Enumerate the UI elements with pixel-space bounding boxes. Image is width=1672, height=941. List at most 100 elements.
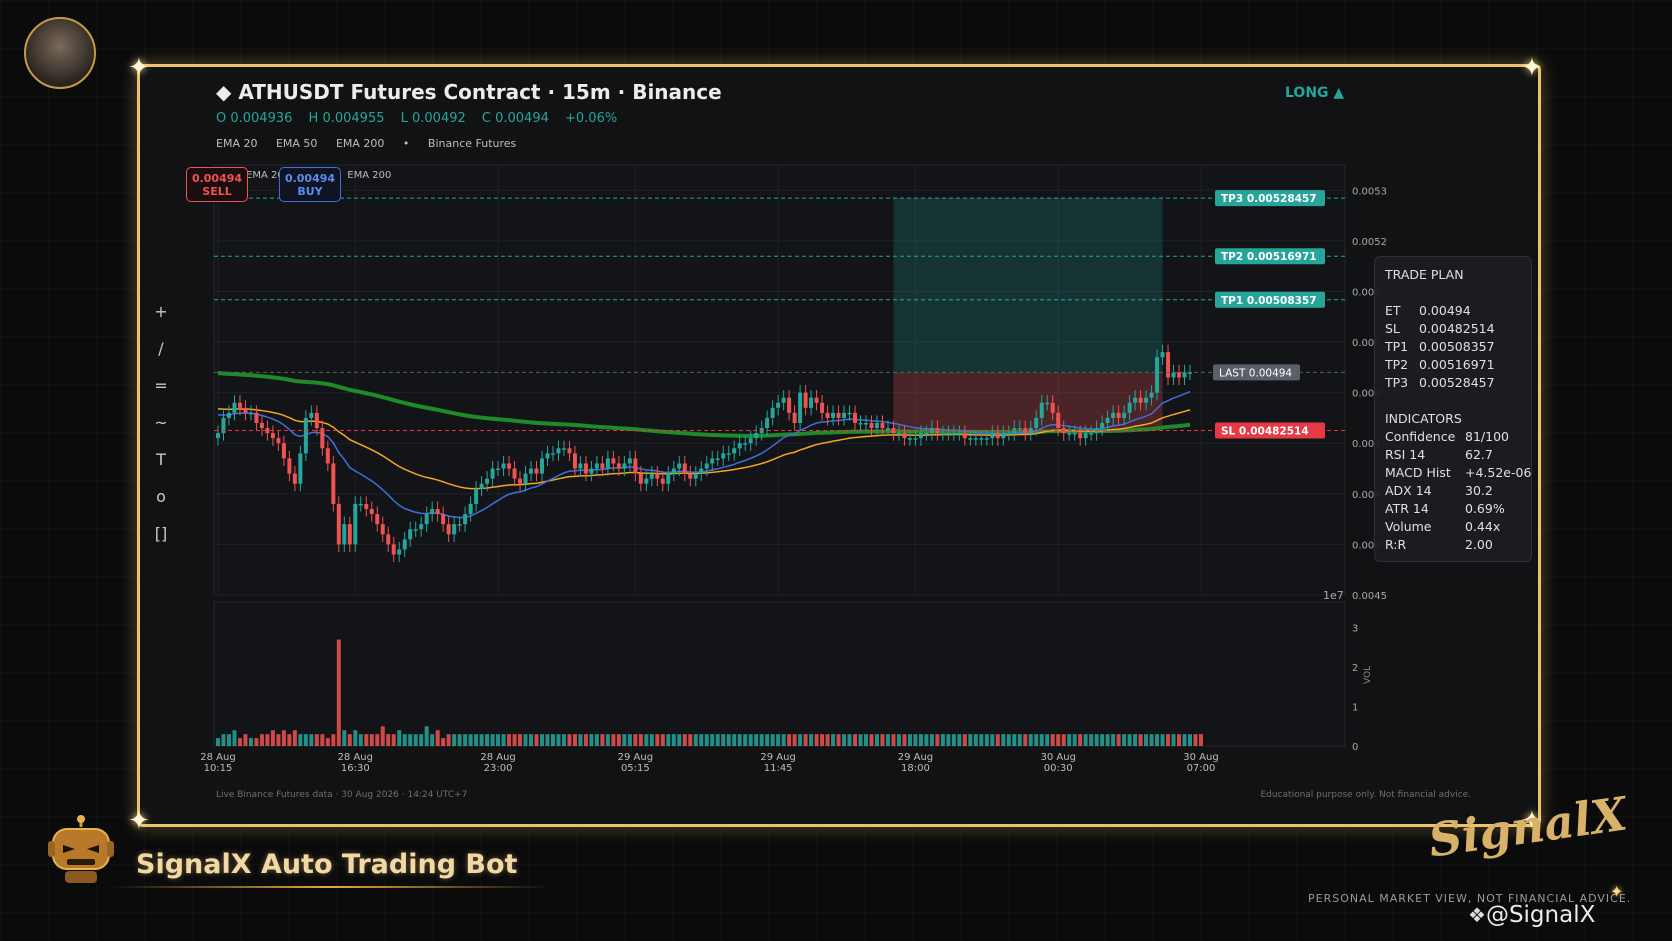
level-label: LAST 0.00494 <box>1219 367 1292 379</box>
volume-bar <box>561 734 566 746</box>
buy-label: BUY <box>297 185 323 198</box>
volume-bar <box>858 734 863 746</box>
candle-body <box>605 458 610 469</box>
candle-body <box>572 453 577 469</box>
x-tick-time: 07:00 <box>1187 763 1216 774</box>
x-tick-time: 00:30 <box>1044 763 1073 774</box>
candle-body <box>413 529 418 531</box>
x-tick-time: 05:15 <box>621 763 650 774</box>
candle-body <box>441 514 446 525</box>
volume-bar <box>589 734 594 746</box>
plan-row-tp2: TP2 0.00516971 <box>1385 357 1495 372</box>
candle-body <box>1182 372 1187 378</box>
volume-bar <box>765 734 770 746</box>
volume-bar <box>226 734 231 746</box>
volume-bar <box>545 734 550 746</box>
level-label: TP3 0.00528457 <box>1221 193 1317 205</box>
volume-tick-label: 1 <box>1352 703 1358 714</box>
candle-body <box>1100 423 1105 429</box>
candle-body <box>737 443 742 449</box>
candle-body <box>820 402 825 413</box>
volume-bar <box>990 734 995 746</box>
volume-bar <box>320 734 325 746</box>
volume-bar <box>1050 734 1055 746</box>
candle-body <box>1133 397 1138 403</box>
volume-bar <box>485 734 490 746</box>
candle-body <box>688 473 693 479</box>
candle-body <box>292 473 297 484</box>
candle-body <box>1045 402 1050 405</box>
x-tick-time: 10:15 <box>204 763 233 774</box>
x-tick-time: 16:30 <box>341 763 370 774</box>
plan-row-et: ET 0.00494 <box>1385 303 1471 318</box>
volume-bar <box>309 734 314 746</box>
volume-bar <box>270 730 275 746</box>
x-tick-date: 28 Aug <box>200 752 235 763</box>
volume-bar <box>770 734 775 746</box>
volume-bar <box>693 734 698 746</box>
candle-body <box>798 392 803 423</box>
volume-bar <box>479 734 484 746</box>
candle-body <box>979 438 984 440</box>
volume-bar <box>441 738 446 746</box>
buy-button[interactable]: 0.00494 BUY <box>279 167 341 202</box>
volume-bar <box>375 734 380 746</box>
volume-bar <box>1182 734 1187 746</box>
volume-bar <box>529 734 534 746</box>
candle-body <box>825 412 830 418</box>
volume-bar <box>1149 734 1154 746</box>
volume-bar <box>276 734 281 746</box>
volume-bar <box>902 734 907 746</box>
candle-body <box>512 468 517 479</box>
take-profit-zone <box>893 198 1163 373</box>
candle-body <box>364 503 369 509</box>
y-tick-label: 0.0053 <box>1352 186 1387 197</box>
volume-bar <box>232 730 237 746</box>
volume-bar <box>397 730 402 746</box>
robot-icon <box>48 815 114 883</box>
volume-bar <box>1111 734 1116 746</box>
volume-bar <box>1198 734 1203 746</box>
candle-body <box>556 448 561 454</box>
volume-bar <box>578 734 583 746</box>
candle-body <box>611 458 616 464</box>
volume-bar <box>968 734 973 746</box>
volume-bar <box>820 734 825 746</box>
candle-body <box>320 428 325 449</box>
candle-body <box>1122 412 1127 418</box>
volume-bar <box>413 734 418 746</box>
sparkle-icon: ✦ <box>1610 882 1624 901</box>
candle-body <box>358 503 363 506</box>
volume-bar <box>803 734 808 746</box>
candle-body <box>534 468 539 474</box>
indicator-row: RSI 14 62.7 <box>1385 447 1493 462</box>
volume-bar <box>814 734 819 746</box>
candle-body <box>325 448 330 464</box>
volume-bar <box>869 734 874 746</box>
candle-body <box>655 473 660 479</box>
candle-body <box>1039 402 1044 418</box>
x-tick-time: 18:00 <box>901 763 930 774</box>
candle-body <box>1001 433 1006 439</box>
candle-body <box>1078 433 1083 439</box>
volume-bar <box>572 734 577 746</box>
volume-bar <box>237 738 242 746</box>
sell-button[interactable]: 0.00494 SELL <box>186 167 248 202</box>
exponent-label: 1e7 <box>1323 589 1344 602</box>
candle-body <box>567 448 572 454</box>
candle-body <box>518 478 523 484</box>
volume-bar <box>825 734 830 746</box>
candle-body <box>781 397 786 403</box>
candle-body <box>671 468 676 474</box>
volume-bar <box>358 734 363 746</box>
volume-bar <box>1012 734 1017 746</box>
candle-body <box>787 397 792 413</box>
candle-body <box>1006 433 1011 435</box>
volume-bar <box>935 734 940 746</box>
candle-body <box>474 488 479 504</box>
candle-body <box>627 458 632 464</box>
level-label: TP2 0.00516971 <box>1221 251 1317 263</box>
candle-body <box>990 433 995 439</box>
candle-body <box>1083 433 1088 439</box>
volume-bar <box>907 734 912 746</box>
